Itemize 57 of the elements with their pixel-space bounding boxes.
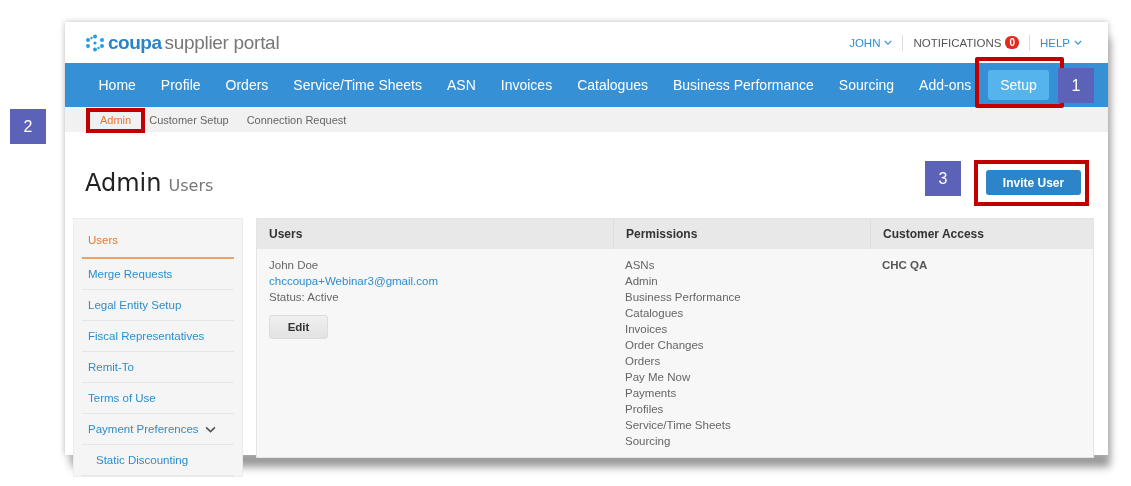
permission-item: Service/Time Sheets <box>625 418 732 433</box>
logo-icon <box>85 33 105 52</box>
subnav-tab[interactable]: Customer Setup <box>140 111 238 128</box>
logo-text: coupa <box>108 31 162 54</box>
page-title: Admin <box>85 168 162 197</box>
sidebar-item[interactable]: Merge Requests <box>82 259 234 290</box>
column-header: Customer Access <box>870 219 1093 249</box>
nav-tab[interactable]: Business Performance <box>660 70 827 100</box>
step-badge: 2 <box>10 109 46 144</box>
chevron-down-icon <box>1074 40 1082 45</box>
nav-tab[interactable]: Profile <box>148 70 214 100</box>
permission-item: Profiles <box>625 402 665 417</box>
sidebar-item[interactable]: Static Discounting <box>82 445 234 476</box>
sidebar-item[interactable]: Remit-To <box>82 352 234 383</box>
sidebar-item[interactable]: Legal Entity Setup <box>82 290 234 321</box>
permission-item: Invoices <box>625 322 669 337</box>
chevron-down-icon <box>884 40 893 45</box>
invite-user-button[interactable]: Invite User <box>986 170 1081 195</box>
help-menu[interactable]: HELP <box>1039 36 1082 49</box>
nav-tab[interactable]: Sourcing <box>826 70 907 100</box>
nav-tab[interactable]: Home <box>86 70 149 100</box>
permission-item: Sourcing <box>625 434 672 449</box>
subnav-tab[interactable]: Connection Request <box>237 111 356 128</box>
permission-item: Pay Me Now <box>625 370 692 385</box>
nav-tab[interactable]: Service/Time Sheets <box>280 70 435 100</box>
subnav-tab[interactable]: Admin <box>91 111 141 128</box>
nav-tab[interactable]: Add-ons <box>906 70 984 100</box>
sidebar-item[interactable]: Users <box>82 223 234 259</box>
notifications-link[interactable]: NOTIFICATIONS <box>913 36 1002 49</box>
page-subtitle: Users <box>168 175 214 195</box>
logo-subtitle: supplier portal <box>164 31 280 54</box>
user-name: John Doe <box>269 258 320 273</box>
permission-item: Order Changes <box>625 338 705 353</box>
permission-item: Catalogues <box>625 306 685 321</box>
step-badge: 3 <box>925 161 961 196</box>
column-header: Users <box>257 219 613 249</box>
nav-tab[interactable]: Orders <box>213 70 281 100</box>
user-status: Status: Active <box>269 290 340 305</box>
nav-tab[interactable]: ASN <box>434 70 489 100</box>
column-header: Permissions <box>613 219 870 249</box>
sidebar-item[interactable]: Payment Preferences <box>82 414 234 445</box>
nav-tab[interactable]: Invoices <box>488 70 565 100</box>
customer-access: CHC QA <box>882 259 928 271</box>
step-badge: 1 <box>1058 68 1094 103</box>
sidebar-item[interactable]: Fiscal Representatives <box>82 321 234 352</box>
permission-item: Business Performance <box>625 290 742 305</box>
user-menu[interactable]: JOHN <box>849 36 893 49</box>
permission-item: Payments <box>625 386 678 401</box>
nav-tab[interactable]: Catalogues <box>564 70 661 100</box>
sidebar-item[interactable]: Terms of Use <box>82 383 234 414</box>
permission-item: ASNs <box>625 258 656 273</box>
permission-item: Admin <box>625 274 659 289</box>
notification-count: 0 <box>1005 36 1019 49</box>
edit-button[interactable]: Edit <box>269 315 328 339</box>
email-link[interactable]: chccoupa+Webinar3@gmail.com <box>269 273 601 289</box>
permission-item: Orders <box>625 354 662 369</box>
nav-tab[interactable]: Setup <box>987 70 1050 100</box>
